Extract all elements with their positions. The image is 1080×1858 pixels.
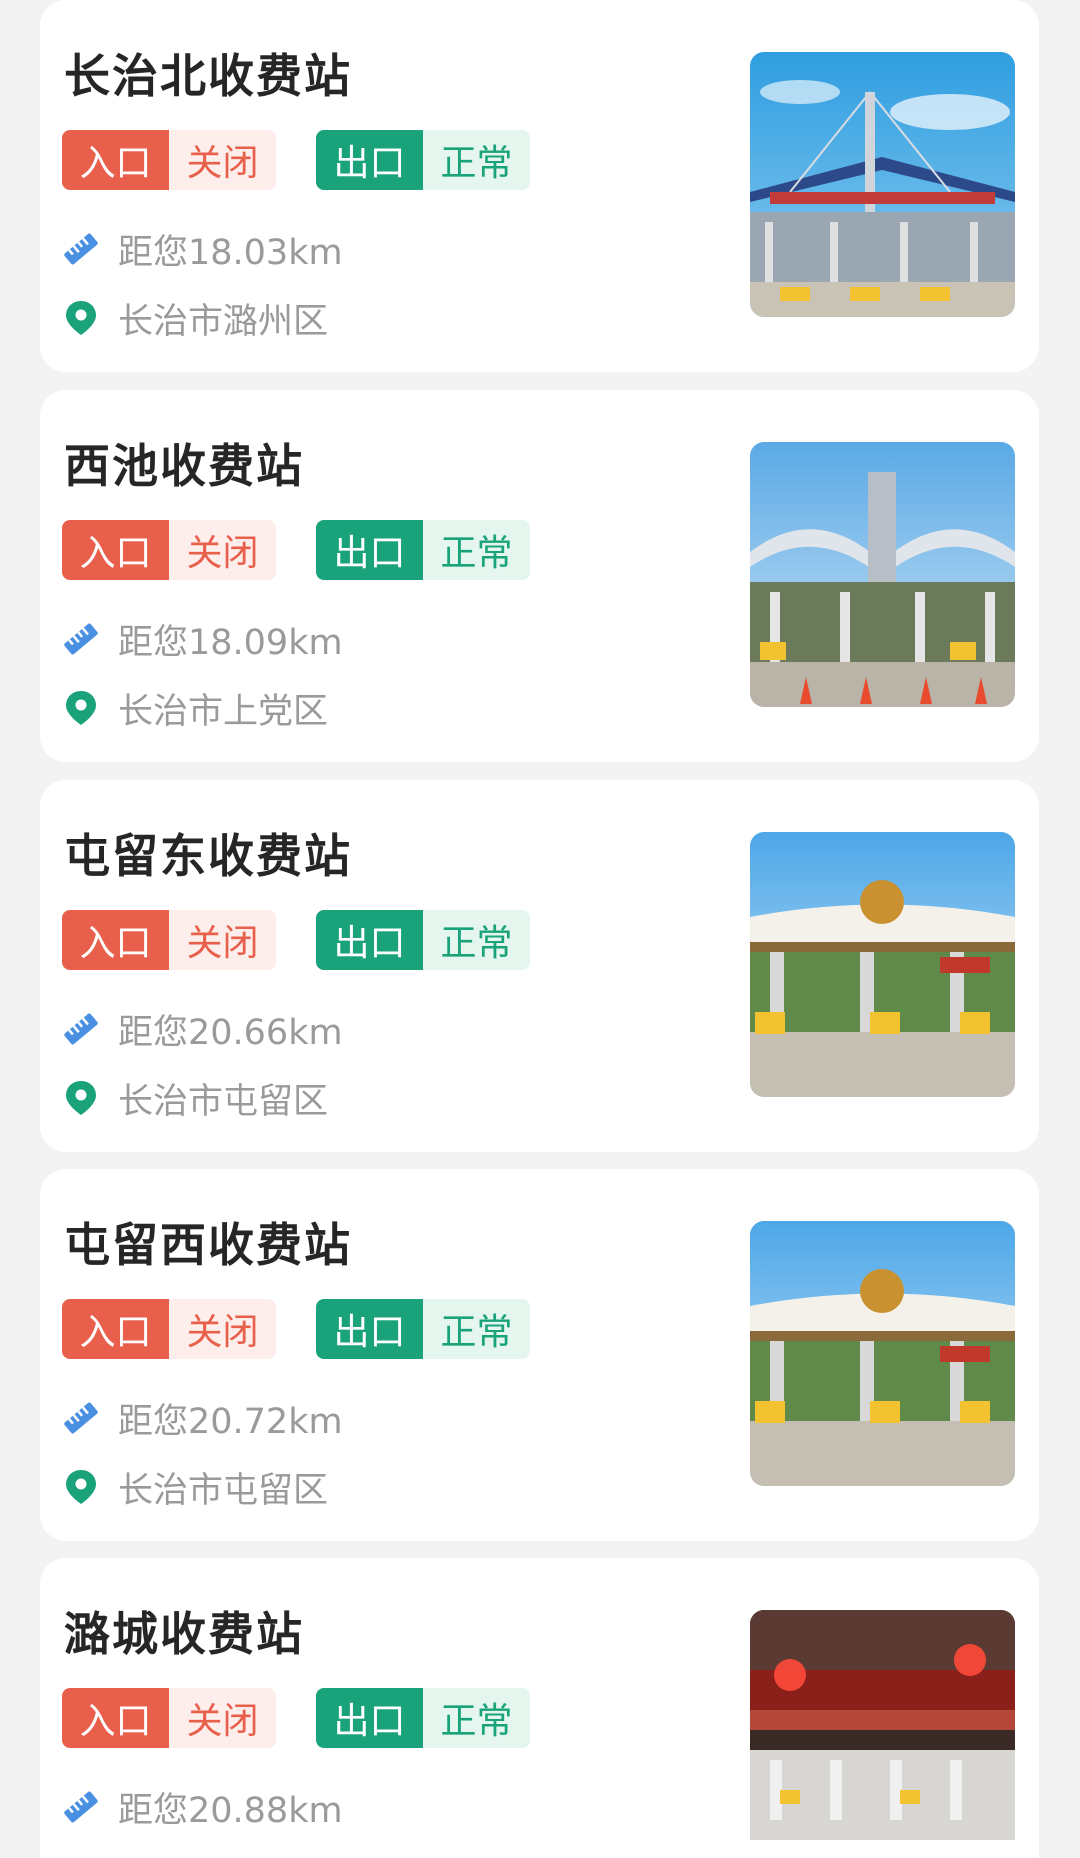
exit-label: 出口 [316,1299,423,1359]
station-name: 西池收费站 [64,439,304,493]
toll-station-photo [750,52,1015,317]
entry-status: 关闭 [169,1299,276,1359]
location-pin-icon [66,301,96,335]
toll-station-card[interactable]: 屯留西收费站 入口 关闭 出口 正常 距您20.72km 长治市屯留区 [40,1169,1039,1541]
exit-status: 正常 [423,520,530,580]
exit-status: 正常 [423,1688,530,1748]
distance-row: 距您20.88km [62,1782,343,1832]
entry-status: 关闭 [169,520,276,580]
location-row: 长治市屯留区 [62,1073,328,1123]
entry-status-tag: 入口 关闭 [62,130,276,190]
ruler-icon [64,623,98,655]
location-row: 长治市上党区 [62,683,328,733]
distance-text: 距您18.09km [118,622,343,663]
exit-status: 正常 [423,1299,530,1359]
exit-status-tag: 出口 正常 [316,1299,530,1359]
entry-label: 入口 [62,1299,169,1359]
entry-label: 入口 [62,1688,169,1748]
entry-label: 入口 [62,520,169,580]
toll-station-photo [750,832,1015,1097]
distance-row: 距您18.09km [62,614,343,664]
location-row: 长治市屯留区 [62,1462,328,1512]
toll-station-photo [750,1221,1015,1486]
entry-label: 入口 [62,130,169,190]
exit-label: 出口 [316,520,423,580]
toll-station-card[interactable]: 潞城收费站 入口 关闭 出口 正常 距您20.88km [40,1558,1039,1858]
station-name: 屯留西收费站 [64,1218,352,1272]
location-text: 长治市上党区 [118,691,329,732]
toll-station-photo [750,1610,1015,1840]
exit-status-tag: 出口 正常 [316,520,530,580]
toll-station-card[interactable]: 屯留东收费站 入口 关闭 出口 正常 距您20.66km 长治市屯留区 [40,780,1039,1152]
distance-text: 距您20.72km [118,1401,343,1442]
location-text: 长治市潞州区 [118,301,329,342]
location-pin-icon [66,1470,96,1504]
entry-label: 入口 [62,910,169,970]
ruler-icon [64,1402,98,1434]
exit-status: 正常 [423,130,530,190]
distance-text: 距您20.66km [118,1012,343,1053]
entry-status-tag: 入口 关闭 [62,520,276,580]
station-name: 屯留东收费站 [64,829,352,883]
entry-status: 关闭 [169,1688,276,1748]
location-pin-icon [66,691,96,725]
distance-text: 距您20.88km [118,1790,343,1831]
toll-station-photo [750,442,1015,707]
exit-label: 出口 [316,130,423,190]
station-name: 潞城收费站 [64,1607,304,1661]
entry-status: 关闭 [169,130,276,190]
exit-label: 出口 [316,1688,423,1748]
ruler-icon [64,233,98,265]
exit-status-tag: 出口 正常 [316,130,530,190]
exit-status-tag: 出口 正常 [316,1688,530,1748]
distance-row: 距您18.03km [62,224,343,274]
ruler-icon [64,1013,98,1045]
entry-status: 关闭 [169,910,276,970]
distance-row: 距您20.72km [62,1393,343,1443]
exit-status-tag: 出口 正常 [316,910,530,970]
distance-row: 距您20.66km [62,1004,343,1054]
ruler-icon [64,1791,98,1823]
entry-status-tag: 入口 关闭 [62,1299,276,1359]
exit-label: 出口 [316,910,423,970]
location-pin-icon [66,1081,96,1115]
location-row: 长治市潞州区 [62,293,328,343]
distance-text: 距您18.03km [118,232,343,273]
location-text: 长治市屯留区 [118,1470,329,1511]
toll-station-list: 长治北收费站 入口 关闭 出口 正常 距您18.03km 长治市潞州区 西池收费… [0,0,1080,1858]
toll-station-card[interactable]: 长治北收费站 入口 关闭 出口 正常 距您18.03km 长治市潞州区 [40,0,1039,372]
entry-status-tag: 入口 关闭 [62,910,276,970]
exit-status: 正常 [423,910,530,970]
location-text: 长治市屯留区 [118,1081,329,1122]
station-name: 长治北收费站 [64,49,352,103]
toll-station-card[interactable]: 西池收费站 入口 关闭 出口 正常 距您18.09km 长治市上党区 [40,390,1039,762]
entry-status-tag: 入口 关闭 [62,1688,276,1748]
